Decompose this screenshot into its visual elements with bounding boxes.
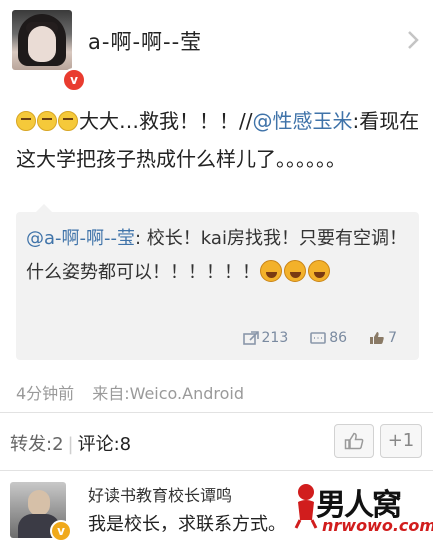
drooling-emoji-icon (284, 260, 306, 282)
verified-badge-icon: v (50, 520, 72, 542)
comment-count: 86 (329, 330, 348, 346)
repost-icon (242, 331, 259, 345)
comment-icon (310, 332, 327, 344)
commenter-name[interactable]: 好读书教育校长谭鸣 (88, 482, 232, 506)
post-meta: 4分钟前 来自:Weico.Android (16, 380, 244, 404)
repost-box[interactable]: @a-啊-啊--莹: 校长！kai房找我！只要有空调！什么姿势都可以！！！！！！… (16, 204, 419, 360)
comment-text: 我是校长，求联系方式。 (88, 514, 286, 535)
plus-one-button[interactable]: +1 (380, 424, 422, 458)
username[interactable]: a-啊-啊--莹 (88, 26, 202, 56)
tab-repost[interactable]: 转发:2 (10, 434, 64, 455)
repost-body: @a-啊-啊--莹: 校长！kai房找我！只要有空调！什么姿势都可以！！！！！！ (26, 222, 408, 290)
drooling-emoji-icon (308, 260, 330, 282)
action-tabs: 转发:2 | 评论:8 (10, 430, 131, 456)
tab-comment[interactable]: 评论:8 (78, 434, 132, 455)
post-time: 4分钟前 (16, 384, 75, 403)
post-header[interactable]: v a-啊-啊--莹 (0, 0, 433, 92)
comment-count-stat[interactable]: 86 (310, 330, 347, 346)
crying-emoji-icon (58, 111, 78, 131)
divider (0, 412, 433, 413)
repost-mention-link[interactable]: @a-啊-啊--莹 (26, 228, 135, 249)
tab-separator: | (67, 434, 74, 455)
like-button[interactable] (334, 424, 374, 458)
post-source: 来自:Weico.Android (92, 384, 245, 403)
vip-badge-icon: v (62, 68, 86, 92)
repost-stats: 213 86 7 (242, 330, 397, 346)
site-watermark: 男人窝 nrwowo.com (292, 476, 433, 540)
like-count-stat[interactable]: 7 (369, 330, 397, 346)
chevron-right-icon[interactable] (407, 30, 419, 50)
watermark-url: nrwowo.com (322, 516, 433, 535)
user-avatar[interactable]: v (12, 10, 86, 92)
crying-emoji-icon (37, 111, 57, 131)
mention-link[interactable]: @性感玉米 (252, 109, 352, 133)
thumbs-up-icon (370, 332, 384, 344)
drooling-emoji-icon (260, 260, 282, 282)
post-body: 大大…救我！！！//@性感玉米:看现在这大学把孩子热成什么样儿了。。。。。。 (16, 102, 421, 178)
post-text-part1: 大大…救我！！！// (79, 109, 253, 133)
thumbs-up-icon (344, 432, 364, 450)
repost-count-stat[interactable]: 213 (242, 330, 289, 346)
avatar-image (12, 10, 72, 70)
repost-count: 213 (261, 330, 289, 346)
crying-emoji-icon (16, 111, 36, 131)
like-count: 7 (388, 330, 397, 346)
divider (0, 470, 433, 471)
